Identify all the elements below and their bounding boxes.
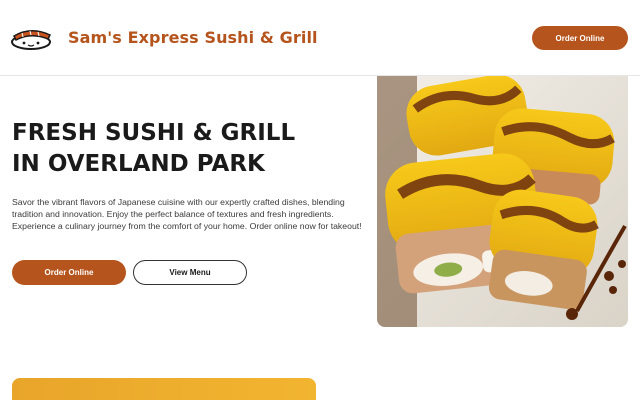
sushi-roll-photo — [377, 76, 628, 327]
site-header: Sam's Express Sushi & Grill Order Online — [0, 0, 640, 76]
view-menu-button[interactable]: View Menu — [133, 260, 247, 285]
order-online-button[interactable]: Order Online — [12, 260, 126, 285]
hero-title-line-2: IN OVERLAND PARK — [12, 151, 265, 177]
sushi-logo-icon[interactable] — [10, 24, 54, 52]
promo-card — [12, 378, 316, 400]
brand-name[interactable]: Sam's Express Sushi & Grill — [68, 28, 318, 47]
hero-title: FRESH SUSHI & GRILL IN OVERLAND PARK — [12, 118, 352, 180]
hero-title-line-1: FRESH SUSHI & GRILL — [12, 120, 296, 146]
header-order-online-button[interactable]: Order Online — [532, 26, 628, 50]
hero-description: Savor the vibrant flavors of Japanese cu… — [12, 197, 362, 231]
